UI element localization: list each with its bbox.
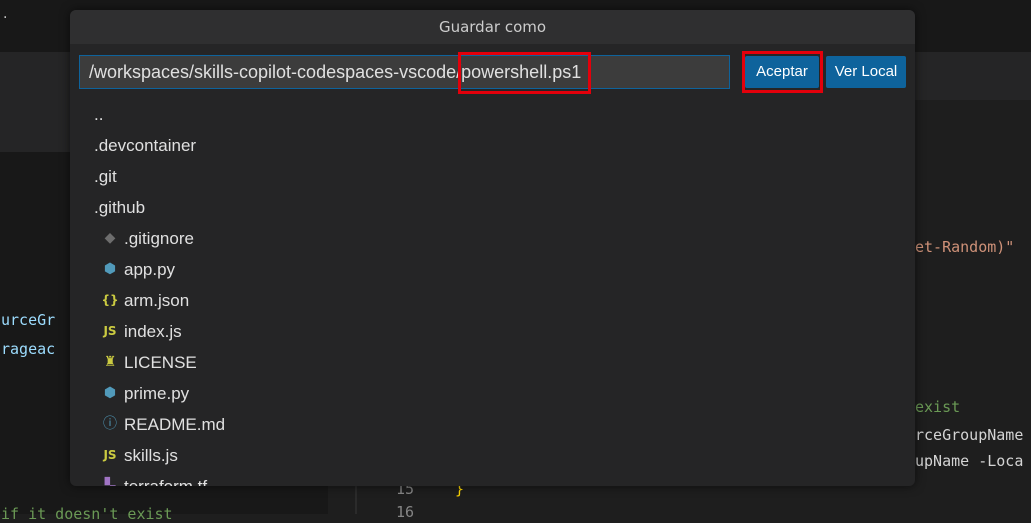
file-list-item[interactable]: JS skills.js bbox=[70, 440, 915, 471]
license-icon: ♜ bbox=[103, 354, 117, 370]
file-name: .gitignore bbox=[124, 229, 194, 248]
line-number: 16 bbox=[396, 503, 415, 521]
git-diamond-icon: ◆ bbox=[104, 230, 116, 246]
file-list-item[interactable]: .. bbox=[70, 99, 915, 130]
file-list-item[interactable]: ⬢ app.py bbox=[70, 254, 915, 285]
file-list-item[interactable]: .github bbox=[70, 192, 915, 223]
file-name: README.md bbox=[124, 415, 226, 434]
filename-highlight-box bbox=[458, 52, 591, 94]
file-list-item[interactable]: ▚ terraform.tf bbox=[70, 471, 915, 486]
file-name: .github bbox=[94, 198, 146, 217]
show-local-button[interactable]: Ver Local bbox=[826, 56, 906, 88]
file-list-item[interactable]: ⬢ prime.py bbox=[70, 378, 915, 409]
accept-button[interactable]: Aceptar bbox=[745, 56, 819, 88]
file-name: .devcontainer bbox=[94, 136, 197, 155]
file-name: .git bbox=[94, 167, 117, 186]
dialog-title: Guardar como bbox=[70, 10, 915, 44]
file-name: arm.json bbox=[124, 291, 190, 310]
terraform-icon: ▚ bbox=[104, 478, 116, 486]
menu-dot: · bbox=[3, 10, 8, 26]
file-name: index.js bbox=[124, 322, 182, 341]
file-name: app.py bbox=[124, 260, 176, 279]
code-fragment: et-Random)" bbox=[915, 238, 1015, 256]
code-comment: if it doesn't exist bbox=[1, 505, 173, 523]
file-list-item[interactable]: .devcontainer bbox=[70, 130, 915, 161]
file-list-item[interactable]: ◆ .gitignore bbox=[70, 223, 915, 254]
file-name: terraform.tf bbox=[124, 477, 207, 486]
javascript-icon: JS bbox=[103, 448, 117, 462]
python-icon: ⬢ bbox=[103, 261, 117, 277]
file-list-item[interactable]: ♜ LICENSE bbox=[70, 347, 915, 378]
save-as-dialog: Guardar como /workspaces/skills-copilot-… bbox=[70, 10, 915, 486]
code-fragment: rceGroupName bbox=[915, 426, 1024, 444]
javascript-icon: JS bbox=[103, 324, 117, 338]
code-fragment: urceGr bbox=[1, 311, 56, 329]
file-name: LICENSE bbox=[124, 353, 197, 372]
path-input[interactable]: /workspaces/skills-copilot-codespaces-vs… bbox=[79, 55, 730, 89]
file-list-item[interactable]: {} arm.json bbox=[70, 285, 915, 316]
code-fragment: upName -Loca bbox=[915, 452, 1024, 470]
file-name: .. bbox=[94, 105, 104, 124]
python-icon: ⬢ bbox=[103, 385, 117, 401]
file-list-item[interactable]: ⓘ README.md bbox=[70, 409, 915, 440]
file-list: .. .devcontainer .git .github ◆ .gitignore ⬢ ap… bbox=[70, 99, 915, 486]
file-list-item[interactable]: .git bbox=[70, 161, 915, 192]
file-name: prime.py bbox=[124, 384, 190, 403]
json-braces-icon: {} bbox=[101, 293, 119, 307]
code-comment: exist bbox=[915, 398, 961, 416]
file-name: skills.js bbox=[124, 446, 178, 465]
file-list-item[interactable]: JS index.js bbox=[70, 316, 915, 347]
code-fragment: rageac bbox=[1, 340, 56, 358]
info-icon: ⓘ bbox=[103, 416, 117, 432]
